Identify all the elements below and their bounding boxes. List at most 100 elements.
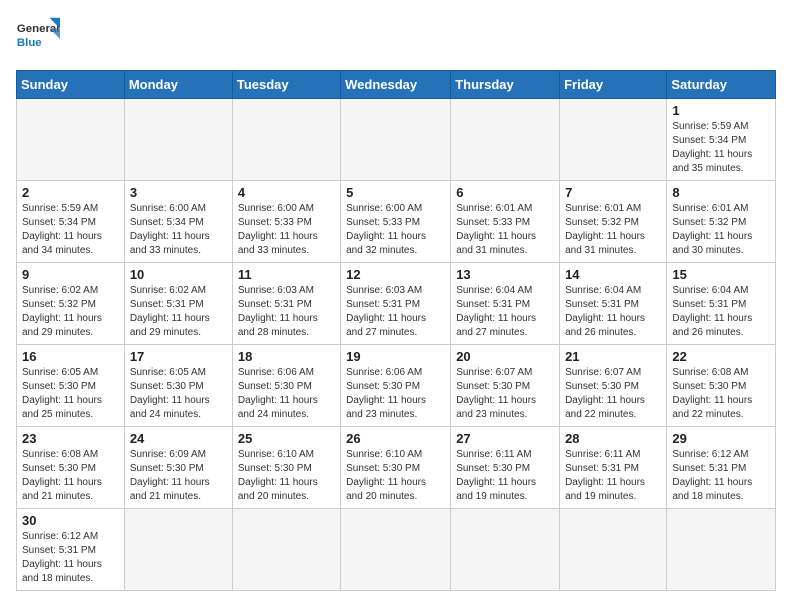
calendar-cell bbox=[667, 509, 776, 591]
calendar-cell bbox=[232, 99, 340, 181]
day-number: 5 bbox=[346, 185, 445, 200]
day-number: 1 bbox=[672, 103, 770, 118]
calendar-cell bbox=[341, 509, 451, 591]
day-info: Sunrise: 6:03 AM Sunset: 5:31 PM Dayligh… bbox=[346, 284, 445, 340]
day-number: 8 bbox=[672, 185, 770, 200]
day-info: Sunrise: 6:09 AM Sunset: 5:30 PM Dayligh… bbox=[130, 448, 227, 504]
day-number: 22 bbox=[672, 349, 770, 364]
calendar-cell: 3 Sunrise: 6:00 AM Sunset: 5:34 PM Daylig… bbox=[124, 181, 232, 263]
day-info: Sunrise: 6:12 AM Sunset: 5:31 PM Dayligh… bbox=[672, 448, 770, 504]
calendar-cell: 16 Sunrise: 6:05 AM Sunset: 5:30 PM Dayli… bbox=[17, 345, 125, 427]
calendar-week-2: 9 Sunrise: 6:02 AM Sunset: 5:32 PM Daylig… bbox=[17, 263, 776, 345]
header-row: SundayMondayTuesdayWednesdayThursdayFrid… bbox=[17, 71, 776, 99]
calendar-cell: 6 Sunrise: 6:01 AM Sunset: 5:33 PM Daylig… bbox=[451, 181, 560, 263]
day-info: Sunrise: 6:12 AM Sunset: 5:31 PM Dayligh… bbox=[22, 530, 119, 586]
day-info: Sunrise: 6:10 AM Sunset: 5:30 PM Dayligh… bbox=[346, 448, 445, 504]
day-number: 11 bbox=[238, 267, 335, 282]
calendar-cell: 5Sunrise: 6:00 AM Sunset: 5:33 PM Daylig… bbox=[341, 181, 451, 263]
day-number: 18 bbox=[238, 349, 335, 364]
calendar-cell bbox=[232, 509, 340, 591]
day-number: 17 bbox=[130, 349, 227, 364]
header-sunday: Sunday bbox=[17, 71, 125, 99]
day-info: Sunrise: 6:01 AM Sunset: 5:33 PM Dayligh… bbox=[456, 202, 554, 258]
calendar-week-4: 23 Sunrise: 6:08 AM Sunset: 5:30 PM Dayli… bbox=[17, 427, 776, 509]
day-number: 3 bbox=[130, 185, 227, 200]
day-number: 26 bbox=[346, 431, 445, 446]
calendar-cell bbox=[341, 99, 451, 181]
day-number: 9 bbox=[22, 267, 119, 282]
calendar-cell: 25Sunrise: 6:10 AM Sunset: 5:30 PM Dayli… bbox=[232, 427, 340, 509]
day-info: Sunrise: 6:01 AM Sunset: 5:32 PM Dayligh… bbox=[565, 202, 661, 258]
day-number: 21 bbox=[565, 349, 661, 364]
day-number: 13 bbox=[456, 267, 554, 282]
calendar-cell: 24 Sunrise: 6:09 AM Sunset: 5:30 PM Dayli… bbox=[124, 427, 232, 509]
day-info: Sunrise: 6:04 AM Sunset: 5:31 PM Dayligh… bbox=[672, 284, 770, 340]
calendar-cell: 21 Sunrise: 6:07 AM Sunset: 5:30 PM Dayli… bbox=[560, 345, 667, 427]
calendar-cell: 15 Sunrise: 6:04 AM Sunset: 5:31 PM Dayli… bbox=[667, 263, 776, 345]
day-number: 14 bbox=[565, 267, 661, 282]
day-info: Sunrise: 6:07 AM Sunset: 5:30 PM Dayligh… bbox=[456, 366, 554, 422]
calendar-cell bbox=[560, 509, 667, 591]
calendar-cell: 18 Sunrise: 6:06 AM Sunset: 5:30 PM Dayli… bbox=[232, 345, 340, 427]
logo: General Blue bbox=[16, 16, 60, 60]
day-info: Sunrise: 6:11 AM Sunset: 5:30 PM Dayligh… bbox=[456, 448, 554, 504]
calendar-week-5: 30 Sunrise: 6:12 AM Sunset: 5:31 PM Dayli… bbox=[17, 509, 776, 591]
day-number: 28 bbox=[565, 431, 661, 446]
day-info: Sunrise: 6:07 AM Sunset: 5:30 PM Dayligh… bbox=[565, 366, 661, 422]
calendar-cell: 10 Sunrise: 6:02 AM Sunset: 5:31 PM Dayli… bbox=[124, 263, 232, 345]
day-number: 7 bbox=[565, 185, 661, 200]
day-info: Sunrise: 6:11 AM Sunset: 5:31 PM Dayligh… bbox=[565, 448, 661, 504]
calendar-cell: 13 Sunrise: 6:04 AM Sunset: 5:31 PM Dayli… bbox=[451, 263, 560, 345]
calendar-body: 1 Sunrise: 5:59 AM Sunset: 5:34 PM Daylig… bbox=[17, 99, 776, 591]
page-header: General Blue bbox=[16, 16, 776, 60]
day-number: 16 bbox=[22, 349, 119, 364]
day-number: 15 bbox=[672, 267, 770, 282]
calendar-cell: 1Sunrise: 5:59 AM Sunset: 5:34 PM Daylig… bbox=[667, 99, 776, 181]
day-info: Sunrise: 6:05 AM Sunset: 5:30 PM Dayligh… bbox=[22, 366, 119, 422]
calendar-cell bbox=[451, 99, 560, 181]
logo-svg: General Blue bbox=[16, 16, 60, 60]
day-info: Sunrise: 6:02 AM Sunset: 5:32 PM Dayligh… bbox=[22, 284, 119, 340]
header-friday: Friday bbox=[560, 71, 667, 99]
calendar-cell bbox=[17, 99, 125, 181]
calendar-cell bbox=[124, 99, 232, 181]
day-number: 30 bbox=[22, 513, 119, 528]
calendar-cell: 11Sunrise: 6:03 AM Sunset: 5:31 PM Dayli… bbox=[232, 263, 340, 345]
header-tuesday: Tuesday bbox=[232, 71, 340, 99]
day-number: 10 bbox=[130, 267, 227, 282]
calendar-header: SundayMondayTuesdayWednesdayThursdayFrid… bbox=[17, 71, 776, 99]
calendar-cell: 14Sunrise: 6:04 AM Sunset: 5:31 PM Dayli… bbox=[560, 263, 667, 345]
day-info: Sunrise: 6:02 AM Sunset: 5:31 PM Dayligh… bbox=[130, 284, 227, 340]
calendar-cell: 30 Sunrise: 6:12 AM Sunset: 5:31 PM Dayli… bbox=[17, 509, 125, 591]
day-number: 29 bbox=[672, 431, 770, 446]
day-info: Sunrise: 6:08 AM Sunset: 5:30 PM Dayligh… bbox=[672, 366, 770, 422]
calendar-cell: 26 Sunrise: 6:10 AM Sunset: 5:30 PM Dayli… bbox=[341, 427, 451, 509]
day-number: 12 bbox=[346, 267, 445, 282]
calendar-cell: 4Sunrise: 6:00 AM Sunset: 5:33 PM Daylig… bbox=[232, 181, 340, 263]
day-info: Sunrise: 5:59 AM Sunset: 5:34 PM Dayligh… bbox=[22, 202, 119, 258]
calendar-week-1: 2Sunrise: 5:59 AM Sunset: 5:34 PM Daylig… bbox=[17, 181, 776, 263]
calendar-cell: 22 Sunrise: 6:08 AM Sunset: 5:30 PM Dayli… bbox=[667, 345, 776, 427]
calendar-cell: 12 Sunrise: 6:03 AM Sunset: 5:31 PM Dayli… bbox=[341, 263, 451, 345]
calendar-cell: 7 Sunrise: 6:01 AM Sunset: 5:32 PM Daylig… bbox=[560, 181, 667, 263]
day-number: 24 bbox=[130, 431, 227, 446]
header-monday: Monday bbox=[124, 71, 232, 99]
day-info: Sunrise: 6:08 AM Sunset: 5:30 PM Dayligh… bbox=[22, 448, 119, 504]
day-info: Sunrise: 6:00 AM Sunset: 5:34 PM Dayligh… bbox=[130, 202, 227, 258]
calendar-cell: 9 Sunrise: 6:02 AM Sunset: 5:32 PM Daylig… bbox=[17, 263, 125, 345]
day-number: 6 bbox=[456, 185, 554, 200]
calendar-cell: 27Sunrise: 6:11 AM Sunset: 5:30 PM Dayli… bbox=[451, 427, 560, 509]
day-number: 23 bbox=[22, 431, 119, 446]
calendar-cell bbox=[560, 99, 667, 181]
calendar-cell: 28 Sunrise: 6:11 AM Sunset: 5:31 PM Dayli… bbox=[560, 427, 667, 509]
day-info: Sunrise: 6:04 AM Sunset: 5:31 PM Dayligh… bbox=[456, 284, 554, 340]
day-info: Sunrise: 6:05 AM Sunset: 5:30 PM Dayligh… bbox=[130, 366, 227, 422]
header-wednesday: Wednesday bbox=[341, 71, 451, 99]
calendar-table: SundayMondayTuesdayWednesdayThursdayFrid… bbox=[16, 70, 776, 591]
svg-text:Blue: Blue bbox=[17, 37, 42, 49]
calendar-cell: 29 Sunrise: 6:12 AM Sunset: 5:31 PM Dayli… bbox=[667, 427, 776, 509]
header-thursday: Thursday bbox=[451, 71, 560, 99]
day-info: Sunrise: 6:06 AM Sunset: 5:30 PM Dayligh… bbox=[238, 366, 335, 422]
calendar-cell bbox=[124, 509, 232, 591]
calendar-cell: 8Sunrise: 6:01 AM Sunset: 5:32 PM Daylig… bbox=[667, 181, 776, 263]
